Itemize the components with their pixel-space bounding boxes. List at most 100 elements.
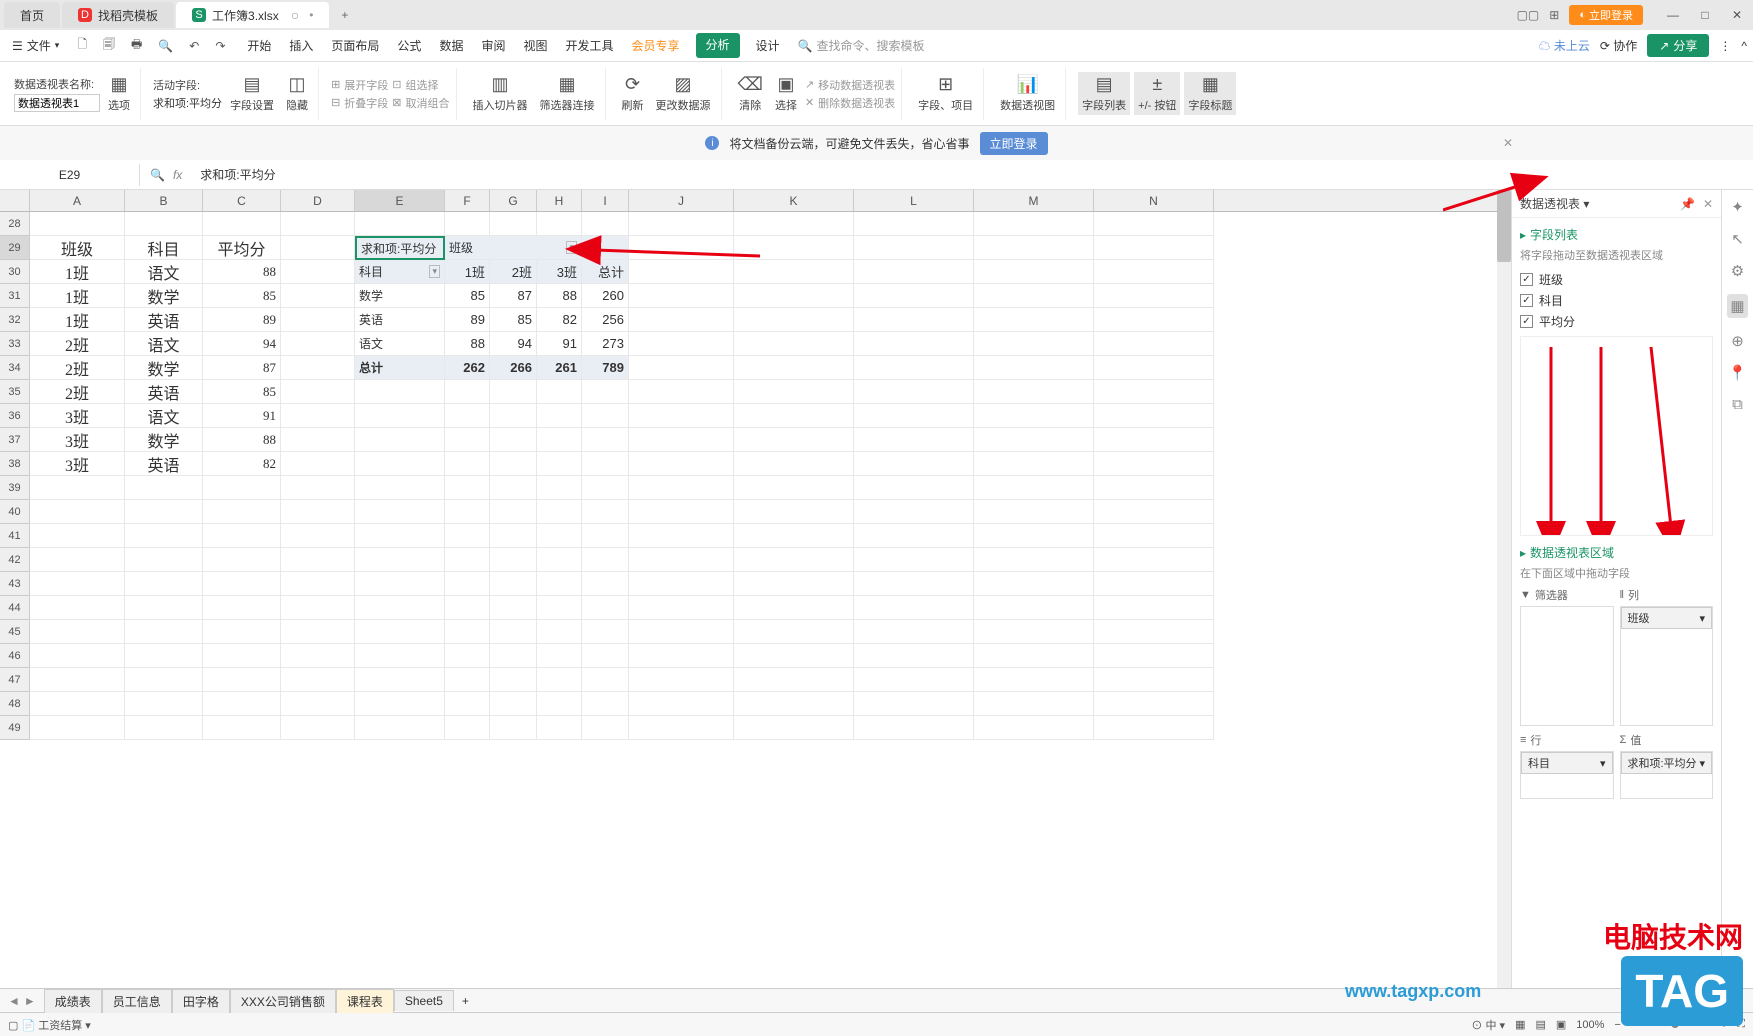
cell[interactable] [355, 380, 445, 404]
row-header[interactable]: 34 [0, 356, 30, 380]
cell[interactable] [629, 596, 734, 620]
cell[interactable]: 789 [582, 356, 629, 380]
cell[interactable] [355, 452, 445, 476]
cell[interactable] [974, 332, 1094, 356]
cell[interactable] [445, 452, 490, 476]
cell[interactable] [974, 500, 1094, 524]
cell[interactable]: 3班 [30, 404, 125, 428]
share-button[interactable]: ↗ 分享 [1647, 34, 1709, 57]
cell[interactable] [734, 668, 854, 692]
cell[interactable] [125, 524, 203, 548]
cell[interactable] [445, 716, 490, 740]
cell[interactable] [281, 620, 355, 644]
cell[interactable] [974, 596, 1094, 620]
cell[interactable] [281, 692, 355, 716]
cell[interactable] [629, 524, 734, 548]
cell[interactable] [30, 620, 125, 644]
cell[interactable] [125, 668, 203, 692]
cell[interactable] [734, 548, 854, 572]
cell[interactable] [734, 236, 854, 260]
cell[interactable] [629, 500, 734, 524]
status-left[interactable]: ▢ 📄 工资结算 ▾ [8, 1017, 91, 1033]
cell[interactable] [445, 548, 490, 572]
cell[interactable] [30, 572, 125, 596]
cell[interactable] [355, 476, 445, 500]
cell[interactable]: 94 [203, 332, 281, 356]
sheet-next-icon[interactable]: ► [24, 994, 36, 1008]
collapse-ribbon-icon[interactable]: ^ [1741, 39, 1747, 53]
cell[interactable] [734, 308, 854, 332]
cell[interactable] [1094, 668, 1214, 692]
cell[interactable] [629, 620, 734, 644]
col-header[interactable]: M [974, 190, 1094, 211]
cursor-icon[interactable]: ↖ [1731, 230, 1744, 248]
cell[interactable]: 语文 [125, 332, 203, 356]
cell[interactable] [1094, 548, 1214, 572]
cell[interactable] [281, 404, 355, 428]
fx-search-icon[interactable]: 🔍 [150, 168, 165, 182]
cell[interactable] [537, 452, 582, 476]
cell[interactable] [203, 668, 281, 692]
cloud-link[interactable]: ☁ 未上云 [1539, 37, 1590, 54]
cell[interactable] [1094, 716, 1214, 740]
cell[interactable] [854, 380, 974, 404]
cell[interactable] [445, 212, 490, 236]
row-header[interactable]: 32 [0, 308, 30, 332]
cells-area[interactable]: 班级科目平均分求和项:平均分班级▾1班语文88科目▾1班2班3班总计1班数学85… [30, 212, 1214, 740]
cell[interactable] [125, 644, 203, 668]
coop-link[interactable]: ⟳ 协作 [1600, 37, 1637, 54]
cell[interactable] [582, 572, 629, 596]
cell[interactable] [1094, 620, 1214, 644]
cell[interactable] [30, 548, 125, 572]
cell[interactable] [974, 620, 1094, 644]
sheet-tab[interactable]: Sheet5 [394, 990, 454, 1011]
cell[interactable] [537, 428, 582, 452]
viz-icon[interactable]: ⊕ [1731, 332, 1744, 350]
row-header[interactable]: 30 [0, 260, 30, 284]
refresh-button[interactable]: ⟳刷新 [618, 72, 648, 115]
print-icon[interactable]: 🖶 [127, 33, 146, 58]
cell[interactable]: 语文 [125, 260, 203, 284]
cell[interactable]: 87 [490, 284, 537, 308]
cell[interactable]: 266 [490, 356, 537, 380]
cell[interactable] [734, 260, 854, 284]
cell[interactable] [355, 668, 445, 692]
cell[interactable]: 89 [203, 308, 281, 332]
cell[interactable] [734, 524, 854, 548]
cell[interactable] [281, 332, 355, 356]
cell[interactable] [281, 380, 355, 404]
cell[interactable]: 85 [445, 284, 490, 308]
cell[interactable] [490, 644, 537, 668]
cell[interactable] [30, 596, 125, 620]
cell[interactable] [203, 500, 281, 524]
filter-zone[interactable] [1520, 606, 1614, 726]
cell[interactable] [734, 476, 854, 500]
cell[interactable]: 87 [203, 356, 281, 380]
field-list-button[interactable]: ▤字段列表 [1078, 72, 1130, 115]
sheet-prev-icon[interactable]: ◄ [8, 994, 20, 1008]
cell[interactable]: 88 [203, 260, 281, 284]
cell[interactable] [974, 308, 1094, 332]
col-header[interactable]: A [30, 190, 125, 211]
row-header[interactable]: 33 [0, 332, 30, 356]
cell[interactable] [445, 500, 490, 524]
cell[interactable] [1094, 284, 1214, 308]
cell[interactable] [629, 260, 734, 284]
cell[interactable] [974, 668, 1094, 692]
cell[interactable] [629, 284, 734, 308]
cell[interactable] [281, 500, 355, 524]
cell[interactable] [125, 548, 203, 572]
cell[interactable] [1094, 212, 1214, 236]
cell[interactable] [445, 476, 490, 500]
col-header[interactable]: G [490, 190, 537, 211]
cell[interactable] [854, 572, 974, 596]
cell[interactable]: 85 [203, 380, 281, 404]
cell[interactable] [1094, 500, 1214, 524]
cell[interactable] [974, 236, 1094, 260]
row-header[interactable]: 41 [0, 524, 30, 548]
close-icon[interactable]: ✕ [1725, 8, 1749, 22]
cell[interactable]: 班级 [30, 236, 125, 260]
cell[interactable] [854, 596, 974, 620]
cell[interactable] [734, 500, 854, 524]
cell[interactable] [537, 668, 582, 692]
